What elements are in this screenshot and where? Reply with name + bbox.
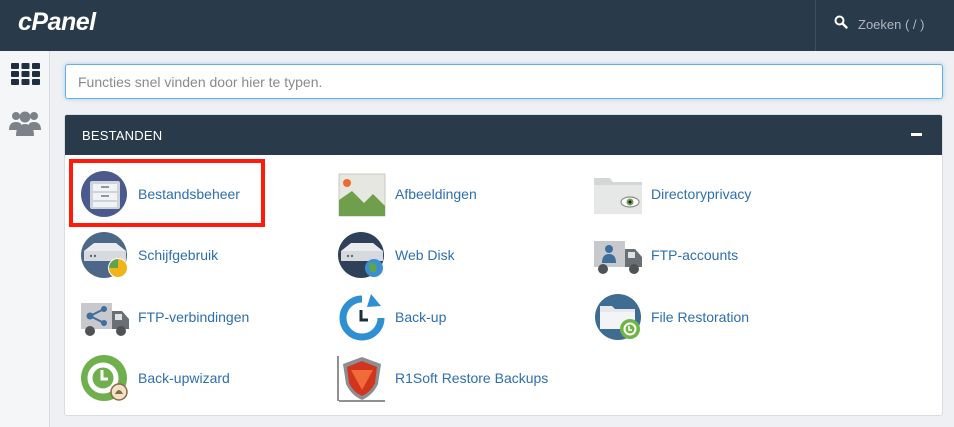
tool-label: Afbeeldingen xyxy=(395,186,477,202)
grid-icon xyxy=(10,62,40,90)
backup-wizard-icon xyxy=(80,354,130,402)
ftp-accounts-icon xyxy=(593,231,643,279)
web-disk-icon xyxy=(337,231,387,279)
tool-label: FTP-accounts xyxy=(651,247,739,263)
panel-title: BESTANDEN xyxy=(82,128,163,143)
directory-privacy-icon xyxy=(593,170,643,218)
tool-label: Directoryprivacy xyxy=(651,186,752,202)
ftp-connections-icon xyxy=(80,293,130,341)
top-search-button[interactable]: Zoeken ( / ) xyxy=(834,15,924,34)
search-icon xyxy=(834,15,848,34)
tool-label: FTP-verbindingen xyxy=(138,309,250,325)
tool-label: Back-upwizard xyxy=(138,370,230,386)
tool-label: Web Disk xyxy=(395,247,455,263)
tool-label: R1Soft Restore Backups xyxy=(395,370,549,386)
tool-r1soft-restore-backups[interactable]: R1Soft Restore Backups xyxy=(337,353,548,403)
minus-icon[interactable] xyxy=(911,133,922,136)
disk-usage-icon xyxy=(80,231,130,279)
file-restoration-icon xyxy=(593,293,643,341)
quick-find-input[interactable] xyxy=(65,64,943,99)
top-bar: cPanel Zoeken ( / ) xyxy=(0,0,954,51)
r1soft-icon xyxy=(337,354,387,402)
tool-web-disk[interactable]: Web Disk xyxy=(337,230,455,280)
tool-label: Schijfgebruik xyxy=(138,247,219,263)
tool-ftp-accounts[interactable]: FTP-accounts xyxy=(593,230,738,280)
top-bar-divider xyxy=(815,0,816,51)
images-icon xyxy=(337,170,387,218)
tool-back-upwizard[interactable]: Back-upwizard xyxy=(80,353,230,403)
tool-directoryprivacy[interactable]: Directoryprivacy xyxy=(593,169,751,219)
files-panel-header[interactable]: BESTANDEN xyxy=(65,115,942,155)
highlight-box xyxy=(69,159,265,227)
tool-afbeeldingen[interactable]: Afbeeldingen xyxy=(337,169,477,219)
cpanel-logo[interactable]: cPanel xyxy=(18,8,96,37)
tool-ftp-verbindingen[interactable]: FTP-verbindingen xyxy=(80,292,249,342)
sidebar xyxy=(0,51,50,427)
tool-label: File Restoration xyxy=(651,309,750,325)
tool-back-up[interactable]: Back-up xyxy=(337,292,446,342)
tool-file-restoration[interactable]: File Restoration xyxy=(593,292,749,342)
sidebar-item-users[interactable] xyxy=(8,108,42,140)
backup-icon xyxy=(337,293,387,341)
sidebar-item-tools[interactable] xyxy=(8,60,42,92)
users-icon xyxy=(9,108,41,141)
tool-label: Back-up xyxy=(395,309,447,325)
tool-schijfgebruik[interactable]: Schijfgebruik xyxy=(80,230,218,280)
top-search-label: Zoeken ( / ) xyxy=(858,17,925,32)
